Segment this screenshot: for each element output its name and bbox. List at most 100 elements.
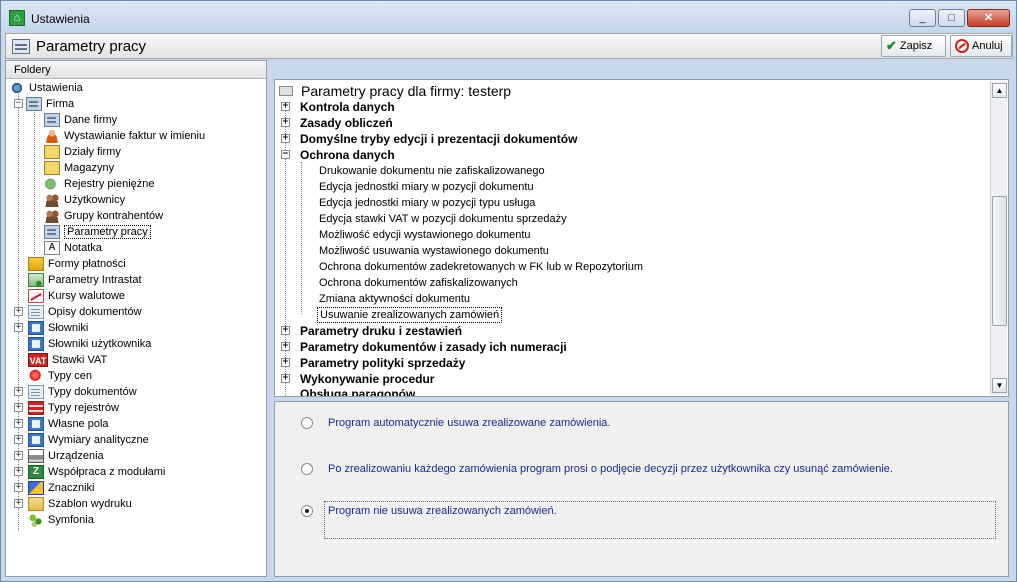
close-button[interactable]: ✕ — [967, 9, 1010, 27]
group-parametry-dokumentow[interactable]: + Parametry dokumentów i zasady ich nume… — [281, 339, 567, 355]
expand-toggle[interactable]: + — [14, 307, 23, 316]
group-parametry-druku[interactable]: + Parametry druku i zestawień — [281, 323, 462, 339]
group-domyslne-tryby[interactable]: + Domyślne tryby edycji i prezentacji do… — [281, 131, 577, 147]
expand-toggle[interactable]: + — [14, 499, 23, 508]
tree-item-slowniki[interactable]: + Słowniki — [14, 320, 88, 336]
tree-item-urzadzenia[interactable]: + Urządzenia — [14, 448, 104, 464]
scroll-thumb[interactable] — [992, 196, 1007, 326]
tree-line — [301, 162, 302, 314]
tree-item-wymiary-analityczne[interactable]: + Wymiary analityczne — [14, 432, 149, 448]
expand-toggle[interactable]: + — [281, 358, 290, 367]
tree-item-label: Typy rejestrów — [48, 402, 119, 414]
tree-item-magazyny[interactable]: Magazyny — [44, 160, 114, 176]
radio-button[interactable] — [301, 463, 313, 475]
tree-item-szablon-wydruku[interactable]: + Szablon wydruku — [14, 496, 132, 512]
tree-item-parametry-intrastat[interactable]: Parametry Intrastat — [28, 272, 142, 288]
tree-item-label: Wymiary analityczne — [48, 434, 149, 446]
tree-item-typy-cen[interactable]: Typy cen — [28, 368, 92, 384]
expand-toggle[interactable]: + — [281, 326, 290, 335]
expand-toggle[interactable]: + — [281, 342, 290, 351]
radio-button-selected[interactable] — [301, 505, 313, 517]
maximize-button[interactable]: □ — [938, 9, 965, 27]
scroll-up-button[interactable]: ▲ — [992, 83, 1007, 98]
tree-item-wspolpraca[interactable]: + Z Współpraca z modułami — [14, 464, 166, 480]
tree-item-label: Rejestry pieniężne — [64, 178, 155, 190]
leaf-item-selected[interactable]: Usuwanie zrealizowanych zamówień — [317, 307, 503, 323]
tree-item-opisy-dokumentow[interactable]: + Opisy dokumentów — [14, 304, 142, 320]
document-icon — [28, 385, 44, 399]
group-polityka-sprzedazy[interactable]: + Parametry polityki sprzedaży — [281, 355, 466, 371]
save-button[interactable]: ✔ Zapisz — [881, 35, 946, 57]
tree-item-typy-dokumentow[interactable]: + Typy dokumentów — [14, 384, 137, 400]
tree-item-rejestry-pieniezne[interactable]: Rejestry pieniężne — [44, 176, 155, 192]
tree-item-wystawianie-faktur[interactable]: Wystawianie faktur w imieniu — [44, 128, 205, 144]
vertical-scrollbar[interactable]: ▲ ▼ — [990, 81, 1007, 395]
tree-item-notatka[interactable]: A Notatka — [44, 240, 102, 256]
cancel-button[interactable]: Anuluj — [950, 35, 1012, 57]
leaf-item[interactable]: Ochrona dokumentów zafiskalizowanych — [319, 275, 518, 291]
leaf-item[interactable]: Edycja stawki VAT w pozycji dokumentu sp… — [319, 211, 567, 227]
expand-toggle[interactable]: + — [281, 118, 290, 127]
group-label: Kontrola danych — [300, 100, 395, 114]
tree-item-label: Działy firmy — [64, 146, 121, 158]
tree-item-label: Magazyny — [64, 162, 115, 174]
collapse-toggle[interactable]: − — [281, 150, 290, 159]
tree-item-typy-rejestrow[interactable]: + Typy rejestrów — [14, 400, 119, 416]
price-type-icon — [28, 369, 44, 383]
expand-toggle[interactable]: + — [14, 403, 23, 412]
option-ask-user[interactable]: Po zrealizowaniu każdego zamówienia prog… — [301, 463, 893, 475]
expand-toggle[interactable]: + — [14, 387, 23, 396]
collapse-toggle[interactable]: − — [14, 99, 23, 108]
tree-item-label: Symfonia — [48, 514, 94, 526]
leaf-item[interactable]: Możliwość usuwania wystawionego dokument… — [319, 243, 549, 259]
vat-icon: VAT — [28, 353, 48, 367]
tree-item-dane-firmy[interactable]: Dane firmy — [44, 112, 117, 128]
tree-item-symfonia[interactable]: Symfonia — [28, 512, 94, 528]
tree-item-grupy-kontrahentow[interactable]: Grupy kontrahentów — [44, 208, 163, 224]
group-label: Obsługa paragonów — [300, 387, 416, 396]
tree-item-ustawienia[interactable]: Ustawienia — [9, 80, 83, 96]
expand-toggle[interactable]: + — [14, 451, 23, 460]
group-ochrona-danych[interactable]: − Ochrona danych — [281, 147, 395, 163]
leaf-item[interactable]: Ochrona dokumentów zadekretowanych w FK … — [319, 259, 643, 275]
folder-panel-heading: Foldery — [6, 61, 266, 79]
expand-toggle[interactable]: + — [281, 102, 290, 111]
tree-item-znaczniki[interactable]: + Znaczniki — [14, 480, 95, 496]
leaf-item[interactable]: Drukowanie dokumentu nie zafiskalizowane… — [319, 163, 545, 179]
tree-item-formy-platnosci[interactable]: Formy płatności — [28, 256, 126, 272]
group-label: Parametry polityki sprzedaży — [300, 356, 466, 370]
tree-item-label: Znaczniki — [48, 482, 95, 494]
expand-toggle[interactable]: + — [14, 435, 23, 444]
document-icon — [28, 305, 44, 319]
tree-item-stawki-vat[interactable]: VAT Stawki VAT — [28, 352, 107, 368]
group-kontrola-danych[interactable]: + Kontrola danych — [281, 99, 395, 115]
expand-toggle[interactable]: + — [14, 483, 23, 492]
tree-item-wlasne-pola[interactable]: + Własne pola — [14, 416, 109, 432]
radio-button[interactable] — [301, 417, 313, 429]
dictionary-icon — [28, 337, 44, 351]
leaf-item[interactable]: Możliwość edycji wystawionego dokumentu — [319, 227, 531, 243]
group-obsluga-paragonow[interactable]: Obsługa paragonów — [300, 387, 415, 396]
group-zasady-obliczen[interactable]: + Zasady obliczeń — [281, 115, 393, 131]
tree-item-slowniki-uzytkownika[interactable]: Słowniki użytkownika — [28, 336, 151, 352]
leaf-item[interactable]: Edycja jednostki miary w pozycji dokumen… — [319, 179, 534, 195]
tree-item-firma[interactable]: − Firma — [14, 96, 74, 112]
tree-item-parametry-pracy[interactable]: Parametry pracy — [44, 224, 151, 240]
expand-toggle[interactable]: + — [14, 419, 23, 428]
tree-item-label: Współpraca z modułami — [48, 466, 166, 478]
group-wykonywanie-procedur[interactable]: + Wykonywanie procedur — [281, 371, 434, 387]
leaf-item[interactable]: Zmiana aktywności dokumentu — [319, 291, 470, 307]
expand-toggle[interactable]: + — [281, 134, 290, 143]
option-auto-delete[interactable]: Program automatycznie usuwa zrealizowane… — [301, 417, 610, 429]
option-no-delete[interactable]: Program nie usuwa zrealizowanych zamówie… — [301, 505, 557, 517]
expand-toggle[interactable]: + — [14, 323, 23, 332]
minimize-button[interactable]: _ — [909, 9, 936, 27]
leaf-item[interactable]: Edycja jednostki miary w pozycji typu us… — [319, 195, 535, 211]
tree-item-label: Dane firmy — [64, 114, 118, 126]
expand-toggle[interactable]: + — [14, 467, 23, 476]
scroll-down-button[interactable]: ▼ — [992, 378, 1007, 393]
tree-item-dzialy-firmy[interactable]: Działy firmy — [44, 144, 121, 160]
expand-toggle[interactable]: + — [281, 374, 290, 383]
tree-item-uzytkownicy[interactable]: Użytkownicy — [44, 192, 125, 208]
tree-item-kursy-walutowe[interactable]: Kursy walutowe — [28, 288, 125, 304]
